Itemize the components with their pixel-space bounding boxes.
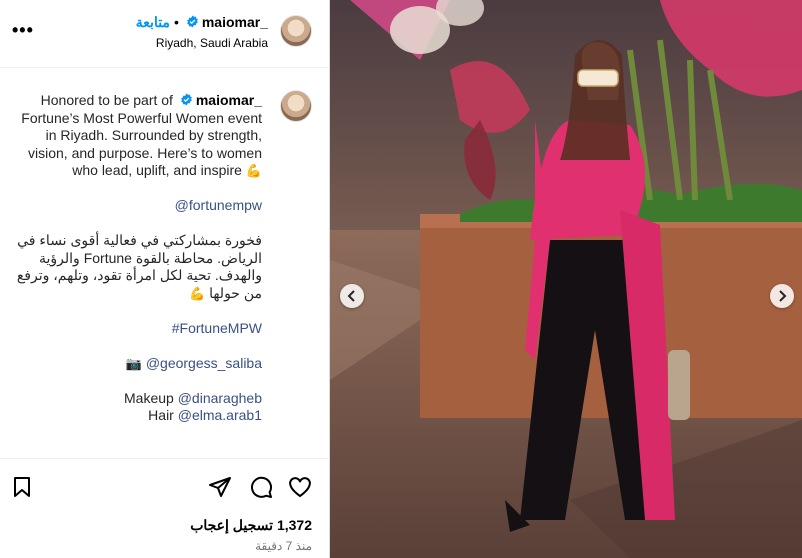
chevron-left-icon[interactable]: [340, 284, 364, 308]
avatar[interactable]: [280, 15, 312, 47]
more-options-icon[interactable]: •••: [12, 20, 34, 41]
mention-hair[interactable]: @elma.arab1: [178, 407, 262, 423]
hair-credit: Hair @elma.arab1: [12, 407, 262, 425]
mention-makeup[interactable]: @dinaragheb: [178, 390, 262, 406]
follow-button[interactable]: متابعة: [136, 14, 170, 30]
post-header: ••• متابعة • maiomar_ Riyadh, Saudi Arabia: [0, 0, 330, 68]
makeup-credit: Makeup @dinaragheb: [12, 390, 262, 408]
paper-plane-icon[interactable]: [208, 475, 232, 499]
action-bar: 1,372 تسجيل إعجاب منذ 7 دقيقة: [0, 458, 330, 558]
mention-fortunempw[interactable]: @fortunempw: [175, 197, 262, 213]
flexed-biceps-icon: 💪: [189, 285, 206, 301]
hashtag-fortunempw[interactable]: #FortuneMPW: [172, 320, 262, 336]
header-account-line: متابعة • maiomar_: [136, 14, 268, 31]
chevron-right-icon[interactable]: [770, 284, 794, 308]
separator-dot: •: [173, 14, 179, 30]
caption-english: Honored to be part of maiomar_ Fortune’s…: [12, 92, 262, 180]
caption-username[interactable]: maiomar_: [196, 92, 262, 108]
header-username[interactable]: maiomar_: [202, 14, 268, 30]
post-photo[interactable]: [330, 0, 802, 558]
caption-arabic: فخورة بمشاركتي في فعالية أقوى نساء في ال…: [16, 232, 262, 301]
location-link[interactable]: Riyadh, Saudi Arabia: [156, 36, 268, 50]
post-info-panel: ••• متابعة • maiomar_ Riyadh, Saudi Arabia…: [0, 0, 330, 558]
flexed-biceps-icon: 💪: [245, 163, 262, 178]
verified-badge-icon: [187, 15, 198, 28]
camera-icon: 📷: [125, 355, 142, 371]
post-image: [330, 0, 802, 558]
likes-count[interactable]: 1,372 تسجيل إعجاب: [190, 517, 312, 534]
makeup-label: Makeup: [124, 389, 174, 406]
caption-en-lead: Honored to be part of: [40, 92, 173, 108]
heart-icon[interactable]: [288, 475, 312, 499]
caption-en-body: Fortune’s Most Powerful Women event in R…: [21, 109, 262, 179]
caption-avatar[interactable]: [280, 90, 312, 122]
bookmark-icon[interactable]: [10, 475, 34, 499]
hair-label: Hair: [148, 407, 174, 423]
caption-area: Honored to be part of maiomar_ Fortune’s…: [0, 68, 330, 458]
mention-photographer[interactable]: @georgess_saliba: [146, 355, 262, 371]
caption-text: Honored to be part of maiomar_ Fortune’s…: [12, 92, 262, 425]
comment-icon[interactable]: [249, 475, 273, 499]
post-timestamp[interactable]: منذ 7 دقيقة: [255, 539, 312, 553]
verified-badge-icon: [181, 93, 192, 106]
